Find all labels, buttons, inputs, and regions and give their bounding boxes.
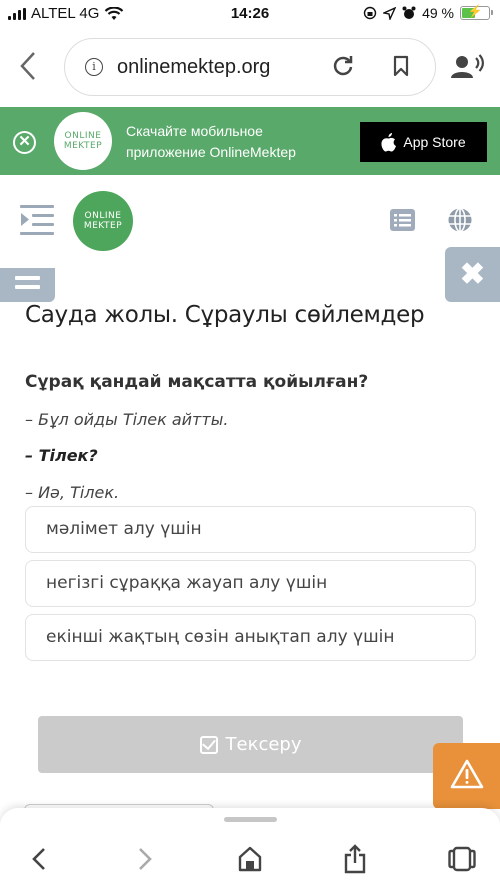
apple-icon	[381, 132, 397, 152]
reload-icon	[333, 56, 353, 76]
tabs-icon	[448, 846, 476, 872]
site-logo-line2: MEKTEP	[83, 221, 123, 231]
site-header: ONLINE MEKTEP	[0, 175, 500, 255]
toolbar-forward-button[interactable]	[130, 844, 160, 874]
indent-menu-icon	[20, 205, 54, 235]
bookmark-icon	[393, 55, 409, 77]
side-menu-button[interactable]	[0, 268, 55, 302]
toolbar-tabs-button[interactable]	[447, 844, 477, 874]
answer-option[interactable]: мәлімет алу үшін	[25, 506, 476, 553]
location-icon	[383, 6, 397, 20]
answer-option[interactable]: негізгі сұраққа жауап алу үшін	[25, 560, 476, 607]
report-problem-button[interactable]	[433, 743, 500, 809]
question-text: Сұрақ қандай мақсатта қойылған?	[25, 372, 369, 392]
browser-toolbar	[0, 808, 500, 889]
reload-button[interactable]	[331, 53, 355, 84]
lesson-title: Сауда жолы. Сұраулы сөйлемдер	[25, 302, 425, 328]
browser-back-button[interactable]	[18, 50, 48, 82]
alarm-icon	[402, 6, 416, 19]
banner-close-button[interactable]: ✕	[13, 131, 36, 154]
chevron-left-icon	[32, 848, 45, 870]
contents-list-button[interactable]	[390, 209, 415, 231]
toolbar-home-button[interactable]	[235, 844, 265, 874]
answer-option[interactable]: екінші жақтың сөзін анықтап алу үшін	[25, 614, 476, 661]
logo-line2: MEKTEP	[63, 141, 103, 151]
dialog-line: – Иә, Тілек.	[25, 483, 120, 502]
bookmark-button[interactable]	[393, 55, 409, 77]
checkbox-icon	[199, 735, 218, 754]
side-close-button[interactable]: ✖	[445, 247, 500, 302]
battery-charging-icon: ⚡	[460, 4, 493, 20]
toolbar-grabber[interactable]	[224, 817, 277, 822]
banner-promo-text: Скачайте мобильное приложение OnlineMekt…	[126, 123, 296, 160]
chevron-right-icon	[139, 848, 152, 870]
address-bar[interactable]: i onlinemektep.org	[64, 38, 436, 96]
status-bar: ALTEL 4G 14:26 49 % ⚡	[0, 0, 500, 30]
globe-icon	[448, 207, 472, 233]
warning-icon	[450, 759, 484, 789]
language-button[interactable]	[447, 207, 473, 233]
banner-logo: ONLINE MEKTEP	[54, 112, 112, 170]
home-icon	[238, 846, 262, 872]
site-logo[interactable]: ONLINE MEKTEP	[73, 191, 133, 251]
dialog-line: – Бұл ойды Тілек айтты.	[25, 410, 229, 429]
check-button-label: Тексеру	[225, 734, 302, 755]
screen-lock-icon	[363, 6, 377, 20]
app-store-button[interactable]: App Store	[360, 122, 487, 162]
sidebar-toggle-button[interactable]	[20, 205, 54, 237]
chevron-left-icon	[20, 52, 35, 80]
url-text[interactable]: onlinemektep.org	[117, 56, 270, 79]
toolbar-back-button[interactable]	[24, 844, 54, 874]
list-icon	[394, 214, 411, 227]
listen-button[interactable]	[450, 54, 484, 80]
info-icon[interactable]: i	[85, 58, 103, 76]
toolbar-share-button[interactable]	[340, 844, 370, 874]
check-button[interactable]: Тексеру	[38, 716, 463, 773]
battery-percent: 49 %	[422, 5, 454, 21]
close-icon: ✕	[18, 133, 31, 150]
speaker-person-icon	[451, 54, 484, 78]
app-store-label: App Store	[403, 134, 466, 150]
close-icon: ✖	[459, 258, 486, 291]
logo-line1: ONLINE	[64, 131, 102, 141]
app-download-banner: ✕ ONLINE MEKTEP Скачайте мобильное прило…	[0, 107, 500, 175]
dialog-line: – Тілек?	[25, 446, 98, 465]
share-icon	[344, 844, 366, 874]
site-logo-line1: ONLINE	[84, 211, 122, 221]
browser-address-row: i onlinemektep.org	[0, 30, 500, 105]
